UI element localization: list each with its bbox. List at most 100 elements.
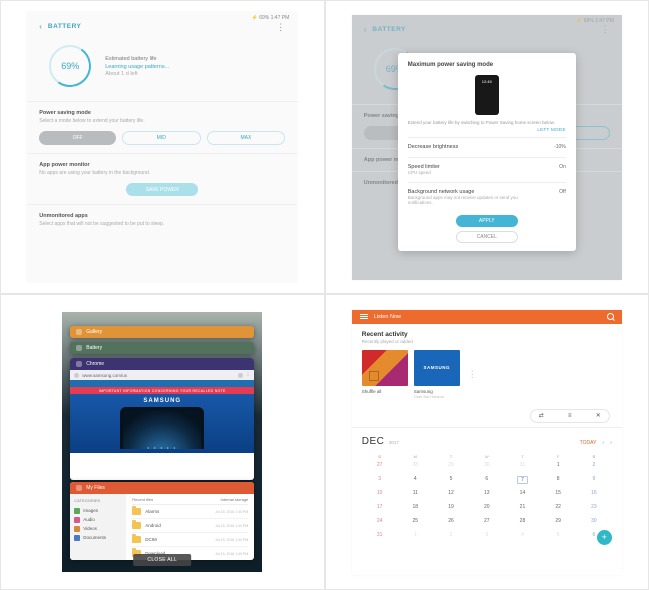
home-icon [74,373,79,378]
battery-percent-label: 69% [61,61,79,71]
calendar-day[interactable]: 3 [469,531,505,545]
device-screen: ⚡ 69% 1:47 PM ‹ BATTERY ⋮ 69% Estimated … [27,12,297,282]
month-label[interactable]: DEC [362,436,385,447]
calendar-day[interactable]: 3 [362,475,398,489]
recent-card-battery[interactable]: Battery [70,342,254,354]
calendar-day[interactable]: 11 [397,489,433,503]
calendar-day[interactable]: 26 [433,517,469,531]
folder-icon [132,522,141,529]
hero-line2[interactable]: Learning usage patterns... [105,64,169,70]
calendar-day[interactable]: 5 [433,475,469,489]
calendar-day[interactable]: 18 [397,503,433,517]
modal-link[interactable]: LEFT MODE [408,127,566,132]
calendar-day[interactable]: 29 [433,461,469,475]
dow-label: S [362,454,398,459]
file-row[interactable]: DCIMJul 15, 2016 1:40 PM [132,533,248,547]
calendar-day[interactable]: 30 [576,517,612,531]
calendar-day[interactable]: 4 [505,531,541,545]
calendar-day[interactable]: 28 [397,461,433,475]
seg-max[interactable]: MAX [207,131,286,145]
sidebar-item-audio[interactable]: Audio [74,515,122,524]
calendar-day[interactable]: 5 [540,531,576,545]
panel-battery-settings: ⚡ 69% 1:47 PM ‹ BATTERY ⋮ 69% Estimated … [0,0,325,294]
calendar-day[interactable]: 27 [362,461,398,475]
row-brightness-label[interactable]: Decrease brightness [408,144,458,150]
music-card-shuffle[interactable]: Shuffle all [362,350,408,399]
calendar-day[interactable]: 10 [362,489,398,503]
cancel-button[interactable]: CANCEL [456,231,518,243]
calendar-day[interactable]: 2 [576,461,612,475]
calendar-day[interactable]: 25 [397,517,433,531]
calendar-day[interactable]: 22 [540,503,576,517]
dow-label: T [505,454,541,459]
music-card-samsung[interactable]: SAMSUNG Samsung Over the Horizon [414,350,460,399]
more-icon[interactable]: ⋮ [468,369,477,380]
calendar-day[interactable]: 7 [505,475,541,489]
calendar-day[interactable]: 13 [469,489,505,503]
calendar-day[interactable]: 16 [576,489,612,503]
samsung-logo: SAMSUNG [143,398,181,404]
files-sidebar: CATEGORIES Images Audio Videos Documents [70,494,126,560]
file-row[interactable]: AlarmsJul 15, 2016 1:40 PM [132,505,248,519]
calendar-day[interactable]: 24 [362,517,398,531]
address-bar[interactable]: www.samsung.com/us ⋮ [70,370,254,380]
list-icon[interactable]: ≡ [568,413,572,419]
mini-player[interactable]: ⇄ ≡ ✕ [530,409,610,423]
more-icon[interactable]: ⋮ [276,24,285,30]
calendar-day[interactable]: 28 [505,517,541,531]
today-button[interactable]: TODAY [580,440,597,446]
tabs-icon [238,373,243,378]
calendar-day[interactable]: 15 [540,489,576,503]
search-icon[interactable] [607,313,614,320]
calendar-day[interactable]: 1 [397,531,433,545]
calendar-day[interactable]: 2 [433,531,469,545]
calendar-day[interactable]: 8 [540,475,576,489]
calendar-day[interactable]: 4 [397,475,433,489]
add-event-fab[interactable]: + [597,530,612,545]
panel-music-calendar: Listen Now Recent activity Recently play… [325,294,649,590]
next-month-icon[interactable]: › [610,440,612,446]
seg-mid[interactable]: MID [122,131,201,145]
close-all-button[interactable]: CLOSE ALL [133,554,191,566]
recent-card-chrome[interactable]: Chrome www.samsung.com/us ⋮ IMPORTANT IN… [70,358,254,480]
sidebar-item-documents[interactable]: Documents [74,533,122,542]
seg-off[interactable]: OFF [39,131,116,145]
calendar-grid[interactable]: 2728293031123456789101112131415161718192… [362,461,612,545]
unmonitored-title[interactable]: Unmonitored apps [39,213,285,219]
recent-card-myfiles[interactable]: My Files CATEGORIES Images Audio Videos … [70,482,254,560]
apply-button[interactable]: APPLY [456,215,518,227]
menu-icon[interactable] [360,314,368,319]
shuffle-icon[interactable]: ⇄ [539,412,544,419]
back-icon[interactable]: ‹ [39,22,42,31]
save-power-button[interactable]: SAVE POWER [126,183,198,196]
calendar-day[interactable]: 31 [505,461,541,475]
close-icon[interactable]: ✕ [596,412,601,419]
card-title: Chrome [86,361,104,367]
calendar-day[interactable]: 14 [505,489,541,503]
recent-card-gallery[interactable]: Gallery [70,326,254,338]
folder-icon [132,536,141,543]
calendar-day[interactable]: 29 [540,517,576,531]
calendar-day[interactable]: 6 [469,475,505,489]
calendar-day[interactable]: 30 [469,461,505,475]
modal-desc: Extend your battery life by switching to… [408,120,566,126]
prev-month-icon[interactable]: ‹ [602,440,604,446]
music-appbar: Listen Now [352,310,622,324]
calendar-day[interactable]: 31 [362,531,398,545]
calendar-day[interactable]: 27 [469,517,505,531]
calendar-day[interactable]: 9 [576,475,612,489]
sidebar-item-images[interactable]: Images [74,506,122,515]
calendar-day[interactable]: 23 [576,503,612,517]
file-date: Jul 15, 2016 1:40 PM [215,524,248,528]
calendar-day[interactable]: 21 [505,503,541,517]
calendar-day[interactable]: 17 [362,503,398,517]
calendar-day[interactable]: 20 [469,503,505,517]
row-network-value: Off [559,189,566,195]
year-label: 2017 [389,440,399,445]
calendar-day[interactable]: 12 [433,489,469,503]
recent-activity-sub: Recently played or added [362,339,612,344]
file-row[interactable]: AndroidJul 15, 2016 1:40 PM [132,519,248,533]
calendar-day[interactable]: 1 [540,461,576,475]
sidebar-item-videos[interactable]: Videos [74,524,122,533]
calendar-day[interactable]: 19 [433,503,469,517]
